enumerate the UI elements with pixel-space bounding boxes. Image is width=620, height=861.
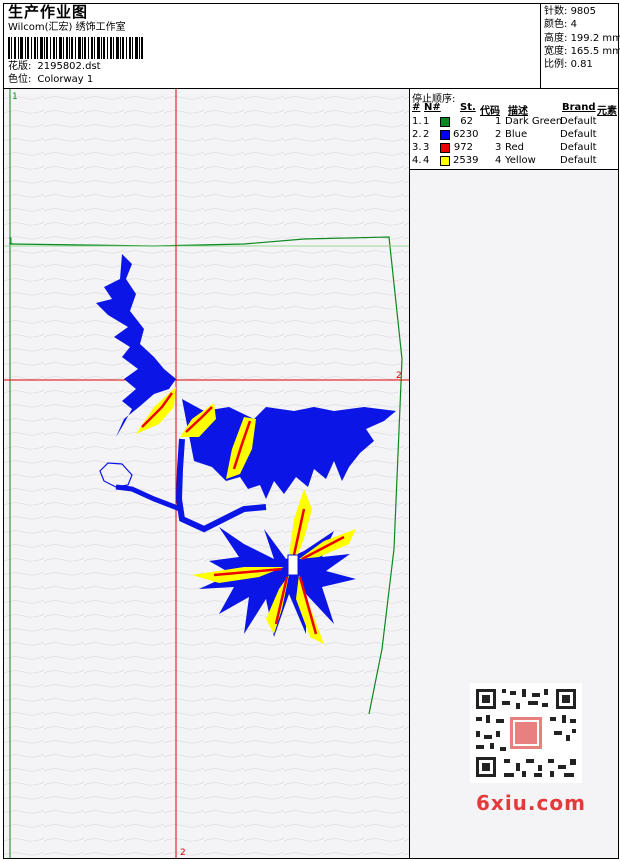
col-description: 描述	[508, 106, 528, 117]
stop-row: 1. 1 62 1 Dark Green Default	[412, 116, 597, 127]
marker-top-left: 1	[12, 92, 18, 102]
stop-row: 4. 4 2539 4 Yellow Default	[412, 155, 597, 166]
stat-colors: 颜色: 4	[544, 19, 577, 30]
color-swatch-blue	[440, 130, 450, 140]
stop-sequence-header: # N# St. 代码 描述 Brand 元素	[410, 102, 618, 117]
watermark-text: 6xiu.com	[476, 791, 586, 815]
design-file-value: 2195802.dst	[37, 61, 101, 72]
color-swatch-red	[440, 143, 450, 153]
stat-stitches: 针数: 9805	[544, 6, 597, 17]
stat-width: 宽度: 165.5 mm	[544, 46, 620, 57]
color-swatch-yellow	[440, 156, 450, 166]
colorway-value: Colorway 1	[37, 74, 94, 85]
production-worksheet: 生产作业图 Wilcom(汇宏) 绣饰工作室 花版: 2195802.dst 色…	[3, 3, 620, 859]
marker-right-mid: 2	[396, 371, 402, 381]
col-code: 代码	[480, 106, 500, 117]
marker-left-mid: 1	[8, 237, 14, 247]
stat-scale: 比例: 0.81	[544, 59, 593, 70]
embroidery-preview: 1 1 2 2	[4, 89, 410, 858]
flower-center	[287, 554, 299, 576]
col-index: #	[412, 102, 421, 113]
col-number: N#	[424, 102, 441, 113]
embroidery-canvas: 1 1 2 2	[4, 89, 409, 858]
design-file-label: 花版:	[8, 61, 32, 72]
stop-row: 3. 3 972 3 Red Default	[412, 142, 597, 153]
col-stitches: St.	[460, 102, 476, 113]
col-element: 元素	[597, 106, 617, 117]
stop-sequence-panel: 停止顺序: # N# St. 代码 描述 Brand 元素 1. 1 62 1 …	[410, 89, 618, 170]
colorway-label: 色位:	[8, 74, 32, 85]
software-name: Wilcom(汇宏) 绣饰工作室	[8, 22, 126, 33]
page-title: 生产作业图	[8, 3, 89, 21]
qr-code-image	[470, 683, 582, 783]
header-info: 生产作业图 Wilcom(汇宏) 绣饰工作室	[8, 4, 126, 34]
color-swatch-dark-green	[440, 117, 450, 127]
stop-row: 2. 2 6230 2 Blue Default	[412, 129, 597, 140]
marker-bottom: 2	[180, 848, 186, 858]
fabric-texture	[4, 89, 409, 858]
stats-panel: 针数: 9805 颜色: 4 高度: 199.2 mm 宽度: 165.5 mm…	[540, 4, 620, 88]
design-file-line: 花版: 2195802.dst	[8, 61, 101, 73]
colorway-line: 色位: Colorway 1	[8, 74, 93, 86]
barcode-image	[8, 37, 143, 59]
col-brand: Brand	[562, 102, 596, 113]
stat-height: 高度: 199.2 mm	[544, 33, 620, 44]
